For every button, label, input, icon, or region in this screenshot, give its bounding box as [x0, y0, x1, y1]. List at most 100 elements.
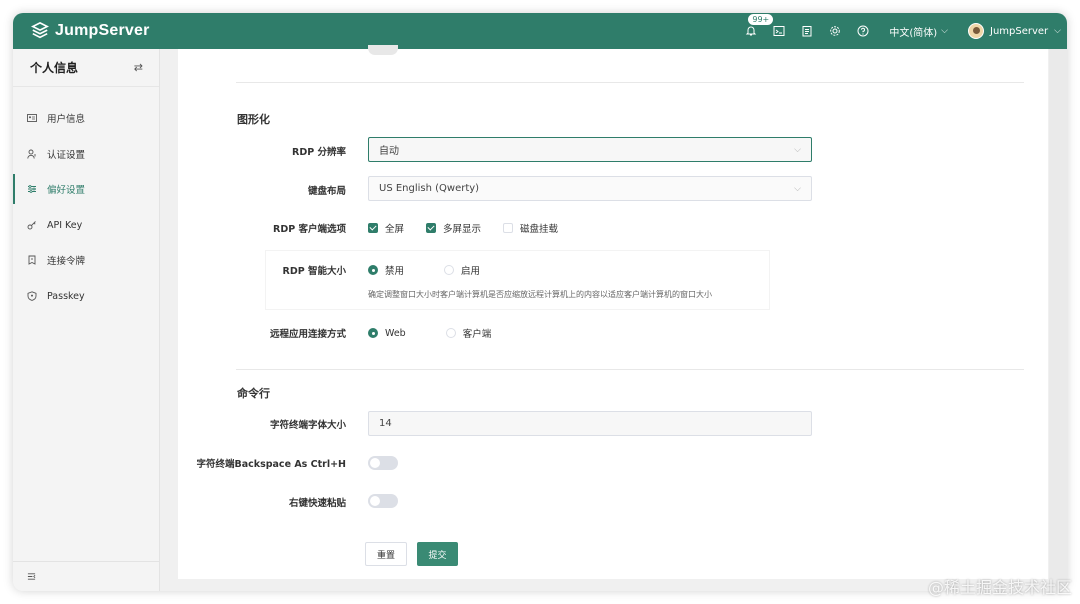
top-right-tools: 99+ 中文(简体) ⌵ JumpServer ⌵ — [737, 13, 1067, 49]
radio-label: Web — [385, 327, 406, 339]
section-title-command-line: 命令行 — [237, 387, 270, 400]
scrollbar-track[interactable] — [1049, 49, 1067, 591]
key-icon — [27, 221, 36, 230]
sidebar-item-passkey[interactable]: Passkey — [13, 281, 160, 311]
right-click-paste-label: 右键快速粘贴 — [288, 498, 346, 509]
remote-app-connect-label: 远程应用连接方式 — [269, 329, 346, 340]
rdp-client-options: 全屏 多屏显示 磁盘挂载 — [368, 221, 558, 235]
language-label: 中文(简体) — [889, 27, 938, 39]
rdp-resolution-select[interactable]: 自动 ⌵ — [368, 137, 812, 162]
settings-button[interactable] — [821, 13, 849, 49]
reset-button[interactable]: 重置 — [365, 542, 407, 566]
radio-button[interactable] — [444, 265, 455, 275]
sidebar-item-label: Passkey — [47, 290, 85, 302]
sidebar-item-auth-settings[interactable]: 认证设置 — [13, 139, 160, 169]
main-content: 图形化 RDP 分辨率 自动 ⌵ 键盘布局 US English (Qwerty… — [160, 45, 1067, 591]
sidebar-item-label: 认证设置 — [47, 150, 86, 161]
radio-label: 客户端 — [462, 329, 492, 340]
app-name: JumpServer — [55, 22, 150, 39]
rdp-client-options-label: RDP 客户端选项 — [273, 224, 346, 235]
sidebar-collapse-button[interactable] — [13, 561, 160, 591]
tickets-button[interactable] — [793, 13, 821, 49]
radio-remote-app-client[interactable]: 客户端 — [445, 326, 492, 340]
passkey-icon — [27, 291, 37, 301]
sidebar-item-api-key[interactable]: API Key — [13, 210, 160, 240]
checkbox-fullscreen[interactable]: 全屏 — [368, 221, 404, 235]
checkbox-label: 全屏 — [385, 224, 405, 235]
language-selector[interactable]: 中文(简体) ⌵ — [889, 24, 948, 39]
gear-icon — [830, 26, 841, 36]
radio-remote-app-web[interactable]: Web — [368, 328, 406, 339]
submit-button[interactable]: 提交 — [417, 542, 458, 566]
rdp-smart-size-label: RDP 智能大小 — [282, 266, 346, 277]
app-window: JumpServer 99+ 中文(简体) ⌵ JumpServer ⌵ 个人信… — [13, 13, 1067, 591]
bell-icon — [746, 26, 757, 36]
sidebar-header: 个人信息 ⇄ — [13, 49, 159, 87]
highlighted-setting-box — [266, 251, 769, 309]
watermark: @稀土掘金技术社区 — [927, 578, 1072, 597]
sidebar: 个人信息 ⇄ 用户信息 认证设置 偏好设置 API Key 连接令牌 Passk… — [13, 49, 160, 591]
sliders-icon — [28, 185, 36, 193]
sidebar-item-label: API Key — [47, 219, 83, 231]
sidebar-item-label: 用户信息 — [47, 114, 86, 125]
radio-button[interactable] — [445, 328, 456, 338]
avatar — [968, 23, 984, 39]
terminal-font-size-value: 14 — [379, 418, 392, 429]
terminal-icon — [773, 26, 785, 36]
collapse-icon — [27, 573, 36, 580]
sidebar-item-user-info[interactable]: 用户信息 — [13, 103, 160, 133]
keyboard-layout-select[interactable]: US English (Qwerty) ⌵ — [368, 176, 812, 201]
radio-smart-size-enabled[interactable]: 启用 — [444, 263, 480, 277]
notifications-button[interactable]: 99+ — [737, 13, 775, 49]
id-card-icon — [27, 114, 37, 122]
terminal-font-size-label: 字符终端字体大小 — [269, 420, 346, 431]
sidebar-title: 个人信息 — [30, 61, 79, 75]
rdp-smart-size-help: 确定调整窗口大小时客户端计算机是否应缩放远程计算机上的内容以适应客户端计算机的窗… — [368, 290, 712, 299]
radio-label: 禁用 — [385, 266, 405, 277]
keyboard-layout-label: 键盘布局 — [307, 186, 346, 197]
token-icon — [28, 255, 36, 265]
radio-smart-size-disabled[interactable]: 禁用 — [368, 263, 404, 277]
checkbox-label: 磁盘挂载 — [520, 224, 559, 235]
swap-icon[interactable]: ⇄ — [134, 61, 143, 74]
help-icon — [857, 25, 869, 37]
sidebar-item-preferences[interactable]: 偏好设置 — [13, 174, 160, 204]
sidebar-item-label: 连接令牌 — [47, 256, 86, 267]
checkbox-multi-screen[interactable]: 多屏显示 — [426, 221, 481, 235]
checkbox[interactable] — [503, 223, 514, 233]
rdp-smart-size-options: 禁用 启用 — [368, 263, 480, 277]
logo[interactable]: JumpServer — [31, 20, 150, 42]
top-navbar: JumpServer 99+ 中文(简体) ⌵ JumpServer ⌵ — [13, 13, 1067, 49]
backspace-ctrl-h-label: 字符终端Backspace As Ctrl+H — [196, 459, 346, 470]
sidebar-item-connection-token[interactable]: 连接令牌 — [13, 245, 160, 275]
divider — [236, 369, 1024, 370]
chevron-down-icon: ⌵ — [794, 144, 801, 155]
terminal-font-size-input[interactable]: 14 — [368, 411, 812, 436]
section-title-graphics: 图形化 — [237, 113, 270, 126]
remote-app-connect-options: Web 客户端 — [368, 326, 491, 340]
radio-button[interactable] — [368, 328, 378, 338]
radio-label: 启用 — [461, 266, 481, 277]
jumpserver-logo-icon — [31, 22, 49, 39]
checkbox[interactable] — [368, 223, 378, 233]
web-terminal-button[interactable] — [765, 13, 793, 49]
chevron-down-icon: ⌵ — [941, 26, 948, 36]
radio-button[interactable] — [368, 265, 378, 275]
username: JumpServer — [990, 25, 1049, 37]
checkbox[interactable] — [426, 223, 437, 233]
sidebar-item-label: 偏好设置 — [47, 185, 86, 196]
user-menu[interactable]: JumpServer ⌵ — [968, 23, 1061, 39]
checkbox-drive-mount[interactable]: 磁盘挂载 — [503, 221, 558, 235]
preferences-panel: 图形化 RDP 分辨率 自动 ⌵ 键盘布局 US English (Qwerty… — [178, 45, 1048, 579]
help-button[interactable] — [849, 13, 877, 49]
user-shield-icon — [27, 149, 36, 159]
keyboard-layout-value: US English (Qwerty) — [379, 183, 480, 194]
backspace-ctrl-h-toggle[interactable] — [368, 456, 398, 470]
clipboard-icon — [802, 26, 812, 37]
partial-toggle — [368, 45, 398, 55]
right-click-paste-toggle[interactable] — [368, 494, 398, 508]
rdp-resolution-label: RDP 分辨率 — [292, 147, 346, 158]
divider — [236, 82, 1024, 83]
checkbox-label: 多屏显示 — [443, 224, 482, 235]
chevron-down-icon: ⌵ — [794, 183, 801, 194]
